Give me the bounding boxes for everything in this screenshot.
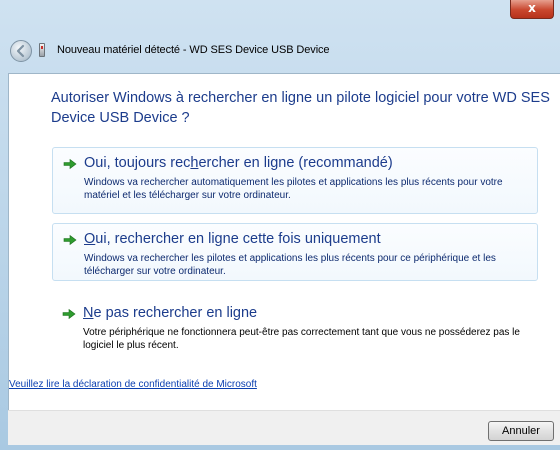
window-frame: x Nouveau matériel détecté - WD SES Devi…: [0, 0, 560, 450]
cancel-button[interactable]: Annuler: [488, 421, 554, 441]
option-title: Oui, toujours rechercher en ligne (recom…: [84, 155, 393, 171]
window-title: Nouveau matériel détecté - WD SES Device…: [57, 44, 330, 56]
privacy-link[interactable]: Veuillez lire la déclaration de confiden…: [9, 379, 257, 390]
accelerator-key: O: [84, 231, 96, 247]
back-arrow-icon: [16, 44, 25, 58]
green-arrow-icon: [63, 234, 77, 246]
option-search-once[interactable]: Oui, rechercher en ligne cette fois uniq…: [52, 223, 538, 281]
option-description: Votre périphérique ne fonctionnera peut-…: [83, 327, 520, 351]
green-arrow-icon: [63, 158, 77, 170]
option-always-search[interactable]: Oui, toujours rechercher en ligne (recom…: [52, 147, 538, 214]
option-title: Ne pas rechercher en ligne: [83, 305, 258, 321]
option-description: Windows va rechercher les pilotes et app…: [84, 253, 496, 277]
usb-device-icon: [39, 43, 45, 57]
dialog-question: Autoriser Windows à rechercher en ligne …: [51, 90, 550, 126]
back-button[interactable]: [10, 40, 32, 62]
close-button[interactable]: x: [510, 0, 554, 19]
option-description: Windows va rechercher automatiquement le…: [84, 177, 503, 201]
close-icon: x: [528, 1, 536, 15]
option-title: Oui, rechercher en ligne cette fois uniq…: [84, 231, 381, 247]
dialog-content: Autoriser Windows à rechercher en ligne …: [8, 73, 560, 445]
dialog-footer: Annuler: [8, 410, 560, 445]
green-arrow-icon: [62, 308, 76, 320]
accelerator-key: N: [83, 305, 94, 321]
option-do-not-search[interactable]: Ne pas rechercher en ligne Votre périphé…: [52, 298, 538, 356]
